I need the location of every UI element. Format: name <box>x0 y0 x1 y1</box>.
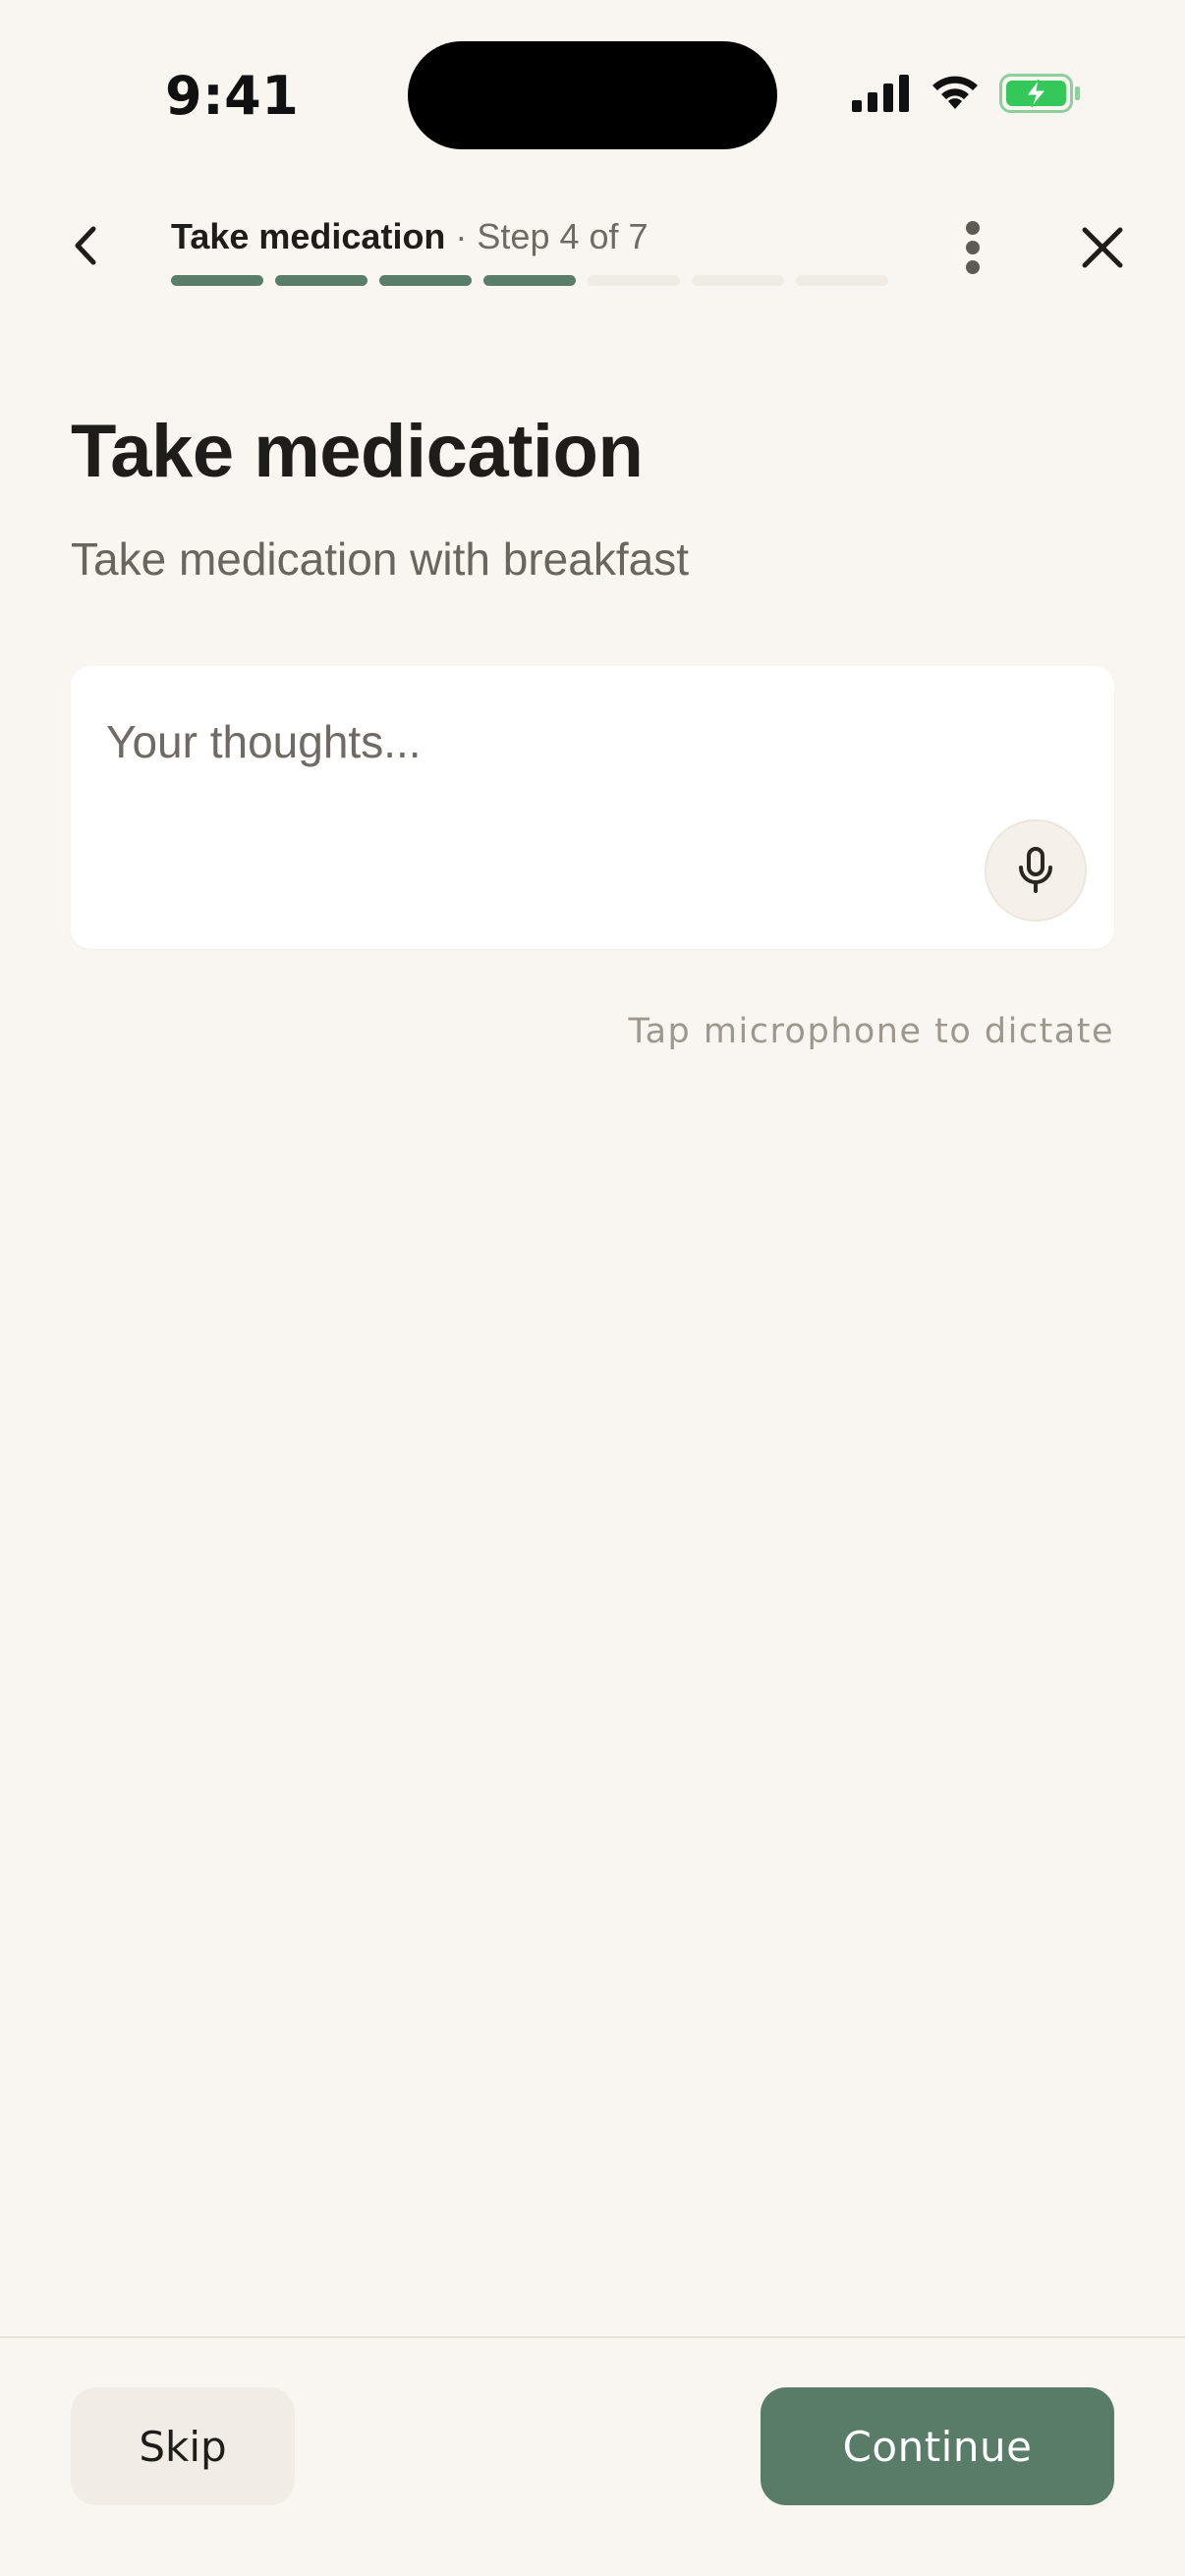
cellular-signal-icon <box>852 75 909 112</box>
progress-segment <box>275 275 367 286</box>
microphone-button[interactable] <box>985 819 1087 922</box>
skip-button[interactable]: Skip <box>71 2387 295 2505</box>
dynamic-island <box>408 41 777 149</box>
continue-button[interactable]: Continue <box>761 2387 1114 2505</box>
close-icon <box>1082 227 1123 268</box>
header-task-name: Take medication <box>171 216 446 256</box>
chevron-left-icon <box>75 226 96 265</box>
thoughts-input[interactable] <box>106 715 990 768</box>
wifi-icon <box>932 76 978 109</box>
back-button[interactable] <box>55 216 114 275</box>
more-options-button[interactable] <box>943 216 1002 279</box>
footer-divider <box>0 2336 1185 2338</box>
thoughts-card <box>71 666 1114 949</box>
progress-segment <box>483 275 576 286</box>
header-title: Take medication · Step 4 of 7 <box>171 216 649 257</box>
progress-segment <box>796 275 888 286</box>
status-icons <box>852 74 1082 113</box>
progress-segment <box>171 275 263 286</box>
progress-segment <box>379 275 472 286</box>
page-subtitle: Take medication with breakfast <box>71 533 689 585</box>
microphone-icon <box>1019 847 1052 893</box>
more-vertical-icon <box>966 221 980 274</box>
status-time: 9:41 <box>165 65 300 127</box>
dictate-hint: Tap microphone to dictate <box>628 1012 1114 1051</box>
progress-segment <box>588 275 680 286</box>
close-button[interactable] <box>1071 216 1134 279</box>
header-step-indicator: · Step 4 of 7 <box>445 216 649 256</box>
step-progress-bar <box>171 275 888 286</box>
page-title: Take medication <box>71 410 644 493</box>
progress-segment <box>692 275 784 286</box>
battery-charging-icon <box>999 74 1080 113</box>
